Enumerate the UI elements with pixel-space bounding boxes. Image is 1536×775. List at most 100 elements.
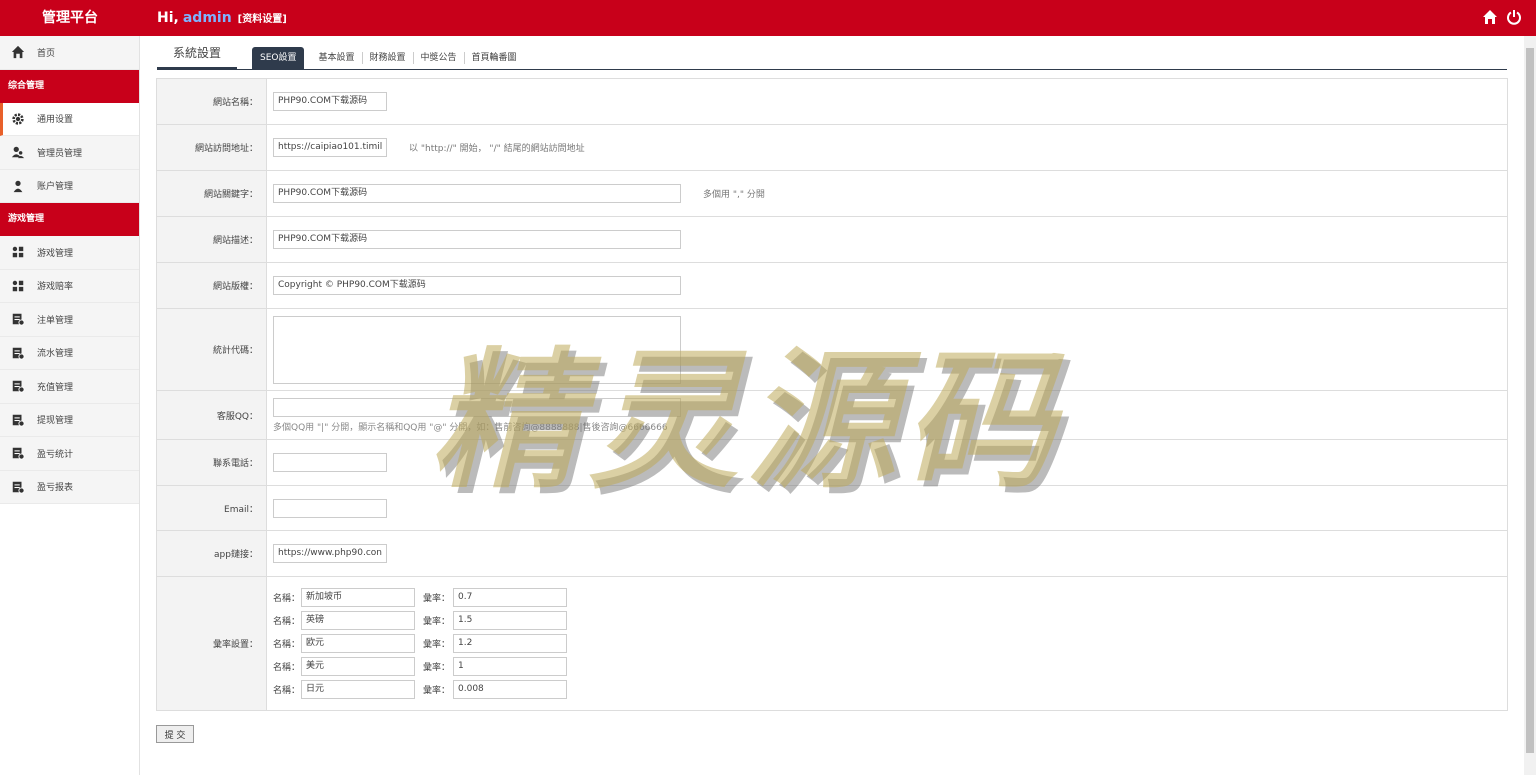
sidebar-item-admin-management[interactable]: 管理员管理 (0, 136, 139, 170)
sidebar-item-general-settings[interactable]: 通用设置 (0, 102, 139, 136)
currency-name-input[interactable]: 新加坡币 (301, 588, 415, 607)
tab-winning-notice[interactable]: 中獎公告 (414, 52, 465, 64)
sidebar-item-withdraw-management[interactable]: 提现管理 (0, 403, 139, 437)
email-label: Email： (157, 486, 267, 530)
currency-name-input[interactable]: 英磅 (301, 611, 415, 630)
keywords-input[interactable]: PHP90.COM下载源码 (273, 184, 681, 203)
submit-button[interactable]: 提 交 (156, 725, 194, 743)
greeting: Hi, admin [资料设置] (157, 0, 287, 36)
copyright-input[interactable]: Copyright © PHP90.COM下载源码 (273, 276, 681, 295)
app-link-input[interactable]: https://www.php90.con (273, 544, 387, 563)
form-row-exchange-rates: 彙率設置： 名稱： 新加坡币 彙率： 0.7 名稱： 英磅 彙率： 1.5 名稱… (157, 577, 1507, 710)
rate-value-label: 彙率： (423, 594, 451, 604)
currency-rate-input[interactable]: 0.7 (453, 588, 567, 607)
exchange-rates-label: 彙率設置： (157, 577, 267, 710)
sidebar-item-label: 提现管理 (37, 416, 74, 427)
form-row-copyright: 網站版權： Copyright © PHP90.COM下载源码 (157, 263, 1507, 309)
sidebar-item-flow-management[interactable]: 流水管理 (0, 336, 139, 370)
page-scrollbar[interactable] (1524, 36, 1536, 775)
sidebar-item-home[interactable]: 首页 (0, 36, 139, 70)
sidebar-item-label: 盈亏统计 (37, 449, 74, 460)
stats-code-label: 統計代碼： (157, 309, 267, 390)
sidebar-item-profit-stats[interactable]: 盈亏统计 (0, 437, 139, 471)
sidebar-item-profit-report[interactable]: 盈亏报表 (0, 470, 139, 504)
exchange-rate-row: 名稱： 美元 彙率： 1 (273, 657, 567, 676)
form-row-site-url: 網站訪問地址： https://caipiao101.timil 以 "http:… (157, 125, 1507, 171)
app-link-label: app鏈接： (157, 531, 267, 576)
sidebar-item-label: 管理员管理 (37, 148, 83, 159)
form-row-phone: 聯系電話： (157, 440, 1507, 486)
exchange-rate-row: 名稱： 欧元 彙率： 1.2 (273, 634, 567, 653)
rate-name-label: 名稱： (273, 663, 301, 673)
currency-name-input[interactable]: 日元 (301, 680, 415, 699)
rate-value-label: 彙率： (423, 663, 451, 673)
document-icon (11, 312, 25, 326)
exchange-rate-row: 名稱： 日元 彙率： 0.008 (273, 680, 567, 699)
sidebar-item-game-odds[interactable]: 游戏赔率 (0, 269, 139, 303)
sidebar: 首页 综合管理 通用设置 管理员管理 账户管理 游戏管理 游戏管理 游戏赔率 注… (0, 36, 140, 775)
currency-name-input[interactable]: 欧元 (301, 634, 415, 653)
description-label: 網站描述： (157, 217, 267, 262)
rate-value-label: 彙率： (423, 617, 451, 627)
description-input[interactable]: PHP90.COM下载源码 (273, 230, 681, 249)
document-icon (11, 446, 25, 460)
currency-rate-input[interactable]: 1 (453, 657, 567, 676)
site-name-input[interactable]: PHP90.COM下载源码 (273, 92, 387, 111)
sidebar-item-label: 账户管理 (37, 182, 74, 193)
sidebar-item-label: 游戏赔率 (37, 282, 74, 293)
rate-name-label: 名稱： (273, 594, 301, 604)
sidebar-item-label: 充值管理 (37, 382, 74, 393)
grid-icon (11, 279, 25, 293)
settings-tabs: 系統設置 SEO設置 基本設置 財務設置 中獎公告 首頁輪番圖 (157, 40, 1507, 70)
document-icon (11, 346, 25, 360)
currency-rate-input[interactable]: 0.008 (453, 680, 567, 699)
sidebar-item-label: 流水管理 (37, 349, 74, 360)
seo-settings-form: 網站名稱： PHP90.COM下载源码 網站訪問地址： https://caip… (156, 78, 1508, 711)
power-icon[interactable] (1506, 9, 1522, 25)
stats-code-textarea[interactable] (273, 315, 681, 384)
top-bar: 管理平台 Hi, admin [资料设置] (0, 0, 1536, 36)
currency-rate-input[interactable]: 1.2 (453, 634, 567, 653)
tab-home-carousel[interactable]: 首頁輪番圖 (465, 52, 524, 64)
copyright-label: 網站版權： (157, 263, 267, 308)
tab-finance[interactable]: 財務設置 (363, 52, 414, 64)
rate-value-label: 彙率： (423, 640, 451, 650)
site-name-label: 網站名稱： (157, 79, 267, 124)
sidebar-item-account-management[interactable]: 账户管理 (0, 169, 139, 203)
sidebar-item-label: 注单管理 (37, 315, 74, 326)
tab-system-settings[interactable]: 系統設置 (157, 40, 237, 69)
tab-basic[interactable]: 基本設置 (311, 52, 363, 64)
gear-icon (11, 112, 25, 126)
form-row-stats-code: 統計代碼： (157, 309, 1507, 391)
exchange-rate-list: 名稱： 新加坡币 彙率： 0.7 名稱： 英磅 彙率： 1.5 名稱： 欧元 彙… (273, 578, 567, 709)
document-icon (11, 480, 25, 494)
sidebar-item-recharge-management[interactable]: 充值管理 (0, 370, 139, 404)
site-url-hint: 以 "http://" 開始， "/" 結尾的網站訪問地址 (409, 144, 585, 154)
site-url-input[interactable]: https://caipiao101.timil (273, 138, 387, 157)
phone-input[interactable] (273, 453, 387, 472)
sidebar-item-label: 通用设置 (37, 115, 74, 126)
rate-name-label: 名稱： (273, 686, 301, 696)
sidebar-item-bet-management[interactable]: 注单管理 (0, 303, 139, 337)
tab-seo[interactable]: SEO設置 (252, 47, 305, 69)
exchange-rate-row: 名稱： 英磅 彙率： 1.5 (273, 611, 567, 630)
qq-hint: 多個QQ用 "|" 分開，顯示名稱和QQ用 "@" 分開，如：售前咨詢@8888… (273, 422, 668, 433)
rate-name-label: 名稱： (273, 617, 301, 627)
scrollbar-thumb[interactable] (1526, 48, 1534, 753)
qq-input[interactable] (273, 397, 681, 417)
profile-settings-link[interactable]: [资料设置] (238, 14, 287, 25)
home-icon[interactable] (1482, 9, 1498, 25)
form-row-email: Email： (157, 486, 1507, 531)
currency-name-input[interactable]: 美元 (301, 657, 415, 676)
currency-rate-input[interactable]: 1.5 (453, 611, 567, 630)
sidebar-group-general[interactable]: 综合管理 (0, 69, 139, 103)
sidebar-group-games[interactable]: 游戏管理 (0, 203, 139, 236)
form-row-site-name: 網站名稱： PHP90.COM下载源码 (157, 79, 1507, 125)
qq-label: 客服QQ： (157, 391, 267, 439)
keywords-label: 網站關鍵字： (157, 171, 267, 216)
form-row-qq: 客服QQ： 多個QQ用 "|" 分開，顯示名稱和QQ用 "@" 分開，如：售前咨… (157, 391, 1507, 440)
exchange-rate-row: 名稱： 新加坡币 彙率： 0.7 (273, 588, 567, 607)
sidebar-item-game-management[interactable]: 游戏管理 (0, 236, 139, 270)
document-icon (11, 379, 25, 393)
email-input[interactable] (273, 498, 387, 518)
